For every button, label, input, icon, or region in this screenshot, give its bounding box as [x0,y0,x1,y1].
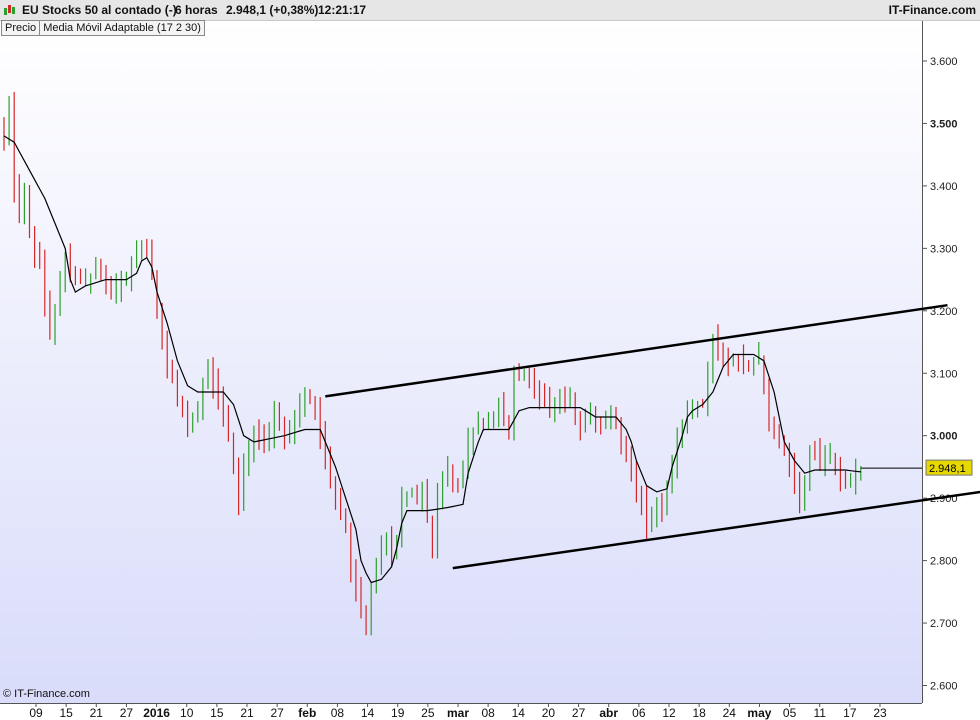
x-tick-label: 23 [873,706,887,720]
legend-adaptive-ma[interactable]: Media Móvil Adaptable (17 2 30) [39,21,204,35]
brand-link[interactable]: IT-Finance.com [889,3,976,17]
instrument-name: EU Stocks 50 al contado (-) [22,3,177,17]
price-chart[interactable]: 3.6003.5003.4003.3003.2003.1003.0002.900… [0,0,980,720]
chart-icon [3,3,17,20]
x-tick-label: 11 [813,706,826,720]
x-tick-label: 27 [270,706,284,720]
x-tick-label: 27 [572,706,586,720]
title-bar: EU Stocks 50 al contado (-) 6 horas 2.94… [0,0,980,21]
x-tick-label: 21 [90,706,104,720]
x-tick-label: 17 [843,706,857,720]
y-tick-label: 3.100 [930,368,958,380]
y-tick-label: 2.600 [930,681,958,693]
x-tick-label: 15 [210,706,224,720]
plot-area [0,21,922,703]
x-tick-label: 08 [331,706,345,720]
copyright: © IT-Finance.com [3,688,90,700]
last-price-label: 2.948,1 [929,463,966,475]
last-price-change: 2.948,1 (+0,38%) [226,3,319,17]
x-tick-label: may [747,706,771,720]
x-tick-label: 08 [481,706,495,720]
x-tick-label: 24 [723,706,737,720]
timeframe: 6 horas [175,3,218,17]
y-tick-label: 2.700 [930,618,958,630]
y-tick-label: 3.600 [930,56,958,68]
x-tick-label: 06 [632,706,646,720]
y-tick-label: 3.400 [930,181,958,193]
x-tick-label: abr [599,706,618,720]
x-tick-label: 27 [120,706,134,720]
x-tick-label: 09 [29,706,43,720]
x-tick-label: 14 [512,706,526,720]
legend-price[interactable]: Precio [2,21,39,35]
x-tick-label: 25 [421,706,435,720]
timestamp: 12:21:17 [318,3,367,17]
x-tick-label: 15 [59,706,73,720]
chart-window: 3.600 3.500 3.400 3.300 3.200 3.100 3.000 2.900… [0,0,980,720]
x-tick-label: 18 [692,706,706,720]
x-tick-label: 19 [391,706,405,720]
y-tick-label: 2.800 [930,556,958,568]
x-tick-label: 05 [783,706,797,720]
x-tick-label: 14 [361,706,375,720]
x-tick-label: feb [298,706,316,720]
x-tick-label: 10 [180,706,194,720]
y-tick-label: 3.500 [930,118,958,130]
x-tick-label: 2016 [143,706,170,720]
x-tick-label: 20 [542,706,556,720]
y-tick-label: 3.000 [930,431,958,443]
x-tick-label: 21 [240,706,254,720]
x-tick-label: mar [447,706,469,720]
x-tick-label: 12 [662,706,676,720]
indicator-legend: Precio Media Móvil Adaptable (17 2 30) [1,20,205,36]
y-tick-label: 3.300 [930,243,958,255]
